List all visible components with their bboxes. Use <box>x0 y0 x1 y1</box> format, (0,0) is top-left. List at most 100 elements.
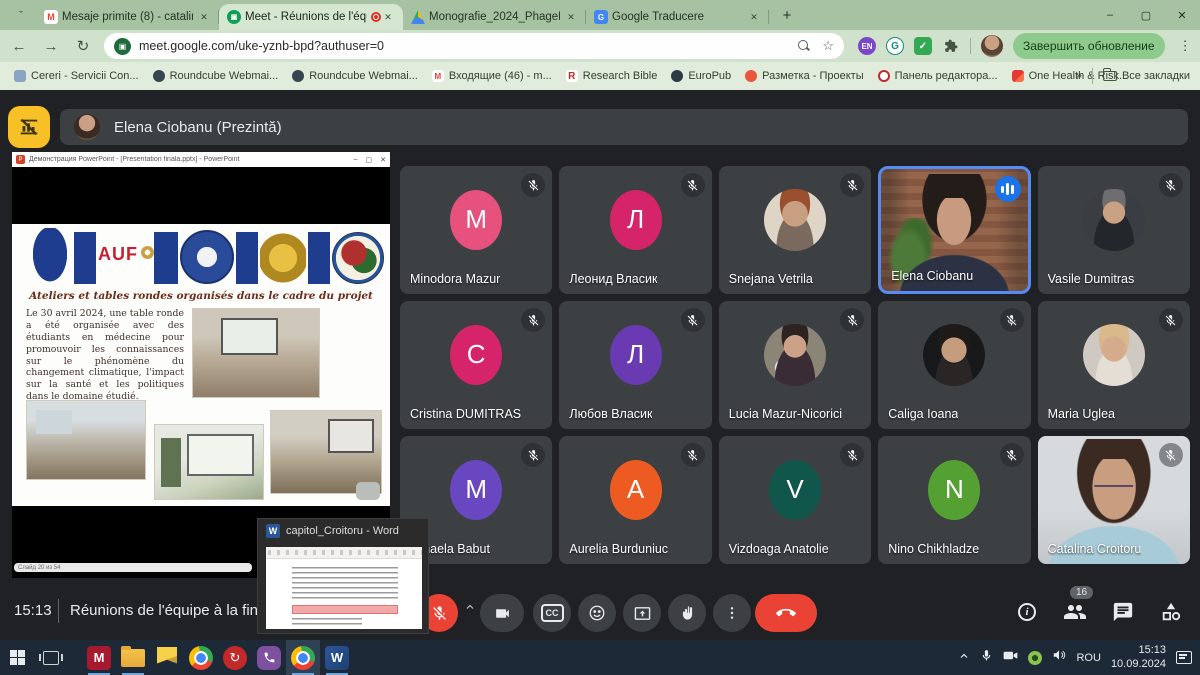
participant-name: Vasile Dumitras <box>1048 272 1135 286</box>
word-document-thumbnail[interactable] <box>266 547 422 629</box>
viber-icon[interactable] <box>252 640 286 675</box>
new-tab-button[interactable]: + <box>775 3 799 27</box>
bookmark-item[interactable]: Разметка - Проекты <box>745 70 863 82</box>
participant-name: Lucia Mazur-Nicorici <box>729 407 842 421</box>
captions-button[interactable]: CC <box>533 594 571 632</box>
minimize-button[interactable]: – <box>354 156 358 164</box>
participant-tile[interactable]: Л Любов Власик <box>559 301 711 429</box>
bookmark-star-icon[interactable]: ☆ <box>822 38 834 54</box>
bookmark-item[interactable]: Roundcube Webmai... <box>292 70 418 82</box>
bookmarks-overflow-button[interactable]: » <box>1076 70 1082 82</box>
slide: AUF Ateliers et tables rondes organisés … <box>12 224 390 506</box>
close-icon[interactable]: ✕ <box>747 10 761 24</box>
tray-expand-chevron-icon[interactable] <box>958 649 970 667</box>
bookmark-item[interactable]: RResearch Bible <box>566 70 658 82</box>
finish-update-button[interactable]: Завершить обновление <box>1013 33 1165 59</box>
word-taskbar-icon[interactable]: W <box>320 640 354 675</box>
close-window-button[interactable]: ✕ <box>1164 0 1200 30</box>
research-bible-icon: R <box>566 70 578 82</box>
participant-tile[interactable]: N Nino Chikhladze <box>878 436 1030 564</box>
activities-button[interactable] <box>1158 599 1184 625</box>
participant-tile[interactable]: C Cristina DUMITRAS <box>400 301 552 429</box>
pinned-app-flag-icon[interactable] <box>150 640 184 675</box>
sync-app-icon[interactable]: ↻ <box>218 640 252 675</box>
tab-drive[interactable]: Monografie_2024_PhageLand - ✕ <box>403 4 586 30</box>
participant-name: Maria Uglea <box>1048 407 1115 421</box>
close-icon[interactable]: ✕ <box>564 10 578 24</box>
close-icon[interactable]: ✕ <box>197 10 211 24</box>
profile-avatar[interactable] <box>981 35 1003 57</box>
more-options-button[interactable] <box>713 594 751 632</box>
powerpoint-title-bar: P Демонстрация PowerPoint - [Presentatio… <box>12 152 390 167</box>
tab-translate[interactable]: G Google Traducere ✕ <box>586 4 769 30</box>
bookmark-item[interactable]: MВходящие (46) - m... <box>432 70 552 82</box>
bookmark-item[interactable]: Cereri - Servicii Con... <box>14 70 139 82</box>
minimize-button[interactable]: – <box>1092 0 1128 30</box>
presentation-hidden-icon[interactable] <box>8 106 50 148</box>
present-button[interactable] <box>623 594 661 632</box>
extensions-puzzle-icon[interactable] <box>942 37 960 55</box>
participant-name: Elena Ciobanu <box>891 269 973 283</box>
file-explorer-icon[interactable] <box>116 640 150 675</box>
tab-search-button[interactable]: ˇ <box>8 6 34 26</box>
tab-label: Monografie_2024_PhageLand - <box>429 11 560 23</box>
tab-meet-active[interactable]: ▣ Meet - Réunions de l'équip ✕ <box>219 4 403 30</box>
close-icon[interactable]: ✕ <box>380 156 386 164</box>
shared-screen-powerpoint[interactable]: P Демонстрация PowerPoint - [Presentatio… <box>12 152 390 578</box>
raise-hand-button[interactable] <box>668 594 706 632</box>
keyboard-language[interactable]: ROU <box>1076 652 1100 664</box>
participant-tile[interactable]: M Minodora Mazur <box>400 166 552 294</box>
chrome-icon-active[interactable] <box>286 640 320 675</box>
tray-camera-icon[interactable] <box>1003 649 1018 667</box>
back-button[interactable]: ← <box>6 33 32 59</box>
participant-tile-speaking[interactable]: Elena Ciobanu <box>878 166 1030 294</box>
browser-menu-icon[interactable]: ⋮ <box>1179 38 1192 54</box>
chrome-icon[interactable] <box>184 640 218 675</box>
zoom-icon[interactable] <box>798 40 810 52</box>
recording-indicator-icon <box>371 12 381 22</box>
all-bookmarks-button[interactable]: Все закладки <box>1103 70 1190 82</box>
participant-tile[interactable]: V Vizdoaga Anatolie <box>719 436 871 564</box>
maximize-button[interactable]: ▢ <box>1128 0 1164 30</box>
mendeley-icon[interactable]: M <box>82 640 116 675</box>
reactions-button[interactable] <box>578 594 616 632</box>
address-bar[interactable]: ▣ meet.google.com/uke-yznb-bpd?authuser=… <box>104 33 844 59</box>
bookmark-item[interactable]: EuroPub <box>671 70 731 82</box>
powerpoint-icon: P <box>16 155 25 164</box>
participant-tile[interactable]: A Aurelia Burduniuc <box>559 436 711 564</box>
task-view-button[interactable] <box>34 640 68 675</box>
participants-button[interactable]: 16 <box>1062 599 1088 625</box>
participant-tile[interactable]: Maria Uglea <box>1038 301 1190 429</box>
extension-grammarly-icon[interactable]: G <box>886 37 904 55</box>
close-icon[interactable]: ✕ <box>381 10 395 24</box>
bookmark-item[interactable]: Roundcube Webmai... <box>153 70 279 82</box>
participant-tile[interactable]: Л Леонид Власик <box>559 166 711 294</box>
extension-check-icon[interactable]: ✓ <box>914 37 932 55</box>
tray-volume-icon[interactable] <box>1052 648 1066 667</box>
camera-options-chevron-icon[interactable] <box>464 601 476 616</box>
participant-tile[interactable]: Vasile Dumitras <box>1038 166 1190 294</box>
participant-tile[interactable]: Catalina Croitoru <box>1038 436 1190 564</box>
maximize-button[interactable]: ▢ <box>366 156 373 164</box>
extension-en-icon[interactable]: EN <box>858 37 876 55</box>
reload-button[interactable]: ↻ <box>70 33 96 59</box>
meeting-details-button[interactable]: i <box>1014 599 1040 625</box>
forward-button[interactable]: → <box>38 33 64 59</box>
taskbar-clock[interactable]: 15:13 10.09.2024 <box>1111 644 1166 672</box>
start-button[interactable] <box>0 640 34 675</box>
tray-mic-icon[interactable] <box>980 649 993 667</box>
camera-toggle-button[interactable] <box>480 594 524 632</box>
end-call-button[interactable] <box>755 594 817 632</box>
markup-icon <box>745 70 757 82</box>
word-preview-popup[interactable]: W capitol_Croitoru - Word <box>257 518 429 634</box>
slide-nav-pill[interactable] <box>356 482 380 500</box>
bookmark-item[interactable]: Панель редактора... <box>878 70 998 82</box>
tab-gmail[interactable]: M Mesaje primite (8) - catalina.cro ✕ <box>36 4 219 30</box>
participant-tile[interactable]: Lucia Mazur-Nicorici <box>719 301 871 429</box>
action-center-icon[interactable] <box>1176 651 1192 664</box>
mic-off-icon <box>840 443 864 467</box>
chat-button[interactable] <box>1110 599 1136 625</box>
tray-antivirus-icon[interactable] <box>1028 651 1042 665</box>
participant-tile[interactable]: Snejana Vetrila <box>719 166 871 294</box>
participant-tile[interactable]: Caliga Ioana <box>878 301 1030 429</box>
